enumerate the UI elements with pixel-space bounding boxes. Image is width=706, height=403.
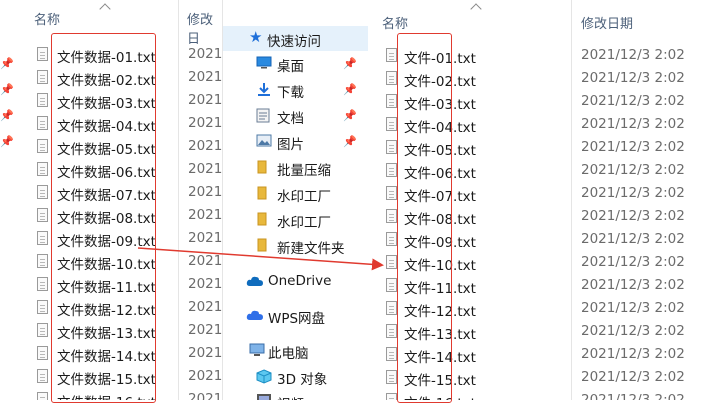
arrow-line xyxy=(137,247,384,271)
rename-arrow xyxy=(137,247,384,271)
